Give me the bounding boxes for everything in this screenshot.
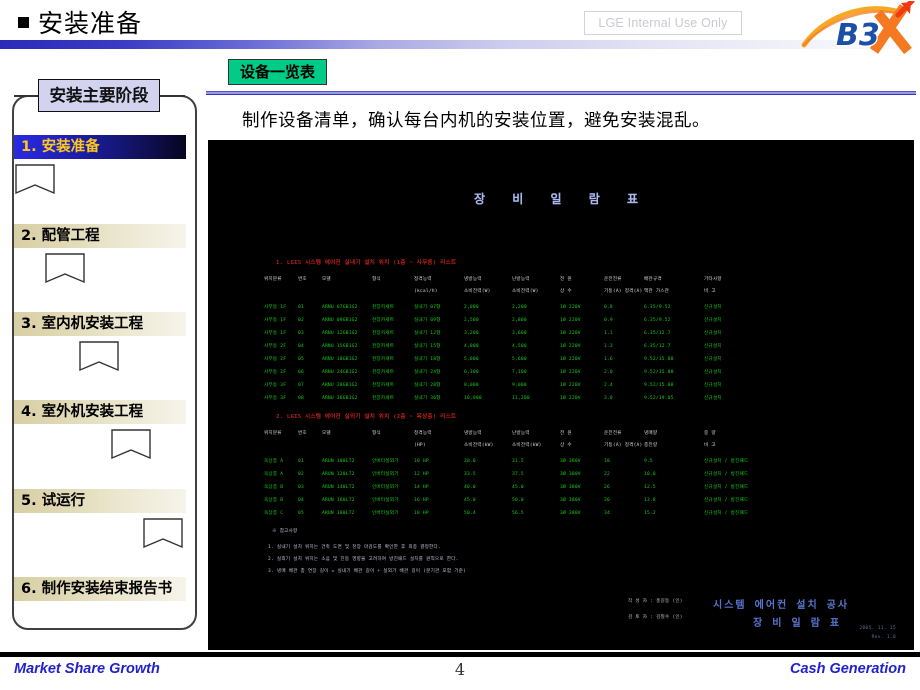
footer-divider (0, 652, 920, 657)
screenshot-table-row: 사무동 3F 08 ARNU 36GB1G2 천장카세트 실내기 36형 10,000 11… (264, 396, 722, 401)
flow-chevron-icon-2 (44, 252, 86, 292)
screenshot-table-row: 옥상층 C 05 ARUN 180LT2 인버터실외기 18 HP 50.4 56.5 3Ø … (264, 511, 749, 516)
flow-chevron-icon-4 (110, 428, 152, 468)
content-caption: 制作设备清单，确认每台内机的安装位置，避免安装混乱。 (242, 111, 710, 131)
screenshot-stamp-line: 장 비 일 람 표 (753, 618, 842, 629)
screenshot-table-row: 옥상층 B 04 ARUN 160LT2 인버터실외기 16 HP 45.0 50.0 3Ø … (264, 498, 749, 503)
screenshot-corner-mark: Rev. 1.0 (871, 635, 896, 640)
screenshot-table-row: 사무동 1F 01 ARNU 07GB1G2 천장카세트 실내기 07형 2,000 2,2… (264, 305, 722, 310)
sidebar-title-connector-right (159, 95, 185, 97)
screenshot-note-line: 3. 냉매 배관 총 연장 길이 = 실내기 배관 길이 + 실외기 배관 길이… (268, 569, 467, 574)
screenshot-signature-line: 작 성 자 : 홍길동 (인) (628, 599, 683, 604)
confidential-notice-badge: LGE Internal Use Only (584, 11, 742, 35)
screenshot-note-line: 1. 실내기 설치 위치는 건축 도면 및 천장 마감도를 확인한 후 최종 결… (268, 545, 441, 550)
screenshot-table1-heading: 1. LGIS 시스템 에어컨 실내기 설치 위치 (1층 ~ 사무동) 리스트 (276, 260, 457, 266)
flow-chevron-icon-5 (142, 517, 184, 557)
flow-chevron-icon-3 (78, 340, 120, 380)
screenshot-table-row: 사무동 2F 05 ARNU 18GB1G2 천장카세트 실내기 18형 5,000 5,6… (264, 357, 722, 362)
screenshot-table2-colheads-row2: (HP) 소비전력(kW) 소비전력(kW) 상 수 기동(A) 정격(A) 충전량 비 고 (414, 443, 716, 448)
screenshot-notes-title: ※ 참고사항 (272, 529, 298, 534)
screenshot-signature-line: 검 토 자 : 김철수 (인) (628, 615, 683, 620)
sidebar-item-stage-3[interactable]: 3. 室内机安装工程 (14, 312, 186, 336)
logo-b3-text: B3 (836, 18, 880, 53)
screenshot-table2-colheads-row1: 위치분류 번호 모델 형식 정격능력 냉방능력 난방능력 전 원 운전전류 냉매량 중 량 (264, 431, 716, 436)
screenshot-corner-mark: 2005. 11. 15 (859, 626, 896, 631)
screenshot-table2-heading: 2. LGIS 시스템 에어컨 실외기 설치 위치 (2층 ~ 옥상층) 리스트 (276, 414, 457, 420)
screenshot-doc-title: 장 비 일 람 표 (473, 192, 649, 206)
screenshot-table1-colheads-row2: (kcal/h) 소비전력(W) 소비전력(W) 상 수 기동(A) 정격(A) 액관 가… (414, 289, 716, 294)
footer-right-label: Cash Generation (789, 661, 906, 677)
header-gradient-divider (0, 40, 920, 49)
section-badge: 设备一览表 (228, 59, 328, 85)
flow-chevron-icon-1 (14, 163, 56, 203)
b3x-logo: B3 (800, 0, 918, 55)
equipment-list-document-screenshot: 장 비 일 람 표 1. LGIS 시스템 에어컨 실내기 설치 위치 (1층 … (208, 140, 914, 650)
screenshot-table-row: 사무동 1F 03 ARNU 12GB1G2 천장카세트 실내기 12형 3,200 3,6… (264, 331, 722, 336)
sidebar-item-stage-1[interactable]: 1. 安装准备 (14, 135, 186, 159)
screenshot-table-row: 옥상층 A 01 ARUN 100LT2 인버터실외기 10 HP 28.0 31.5 3Ø … (264, 459, 749, 464)
sidebar-item-stage-4[interactable]: 4. 室外机安装工程 (14, 400, 186, 424)
screenshot-table-row: 옥상층 B 03 ARUN 140LT2 인버터실외기 14 HP 40.0 45.0 3Ø … (264, 485, 749, 490)
screenshot-table-row: 사무동 2F 06 ARNU 24GB1G2 천장카세트 실내기 24형 6,300 7,1… (264, 370, 722, 375)
sidebar-item-stage-6[interactable]: 6. 制作安装结束报告书 (14, 577, 186, 601)
page-title-text: 安装准备 (38, 9, 143, 38)
screenshot-table-row: 사무동 2F 04 ARNU 15GB1G2 천장카세트 실내기 15형 4,000 4,5… (264, 344, 722, 349)
sidebar-item-stage-5[interactable]: 5. 试运行 (14, 489, 186, 513)
sidebar-title-connector-left (14, 95, 39, 97)
sidebar-title: 安装主要阶段 (38, 79, 160, 112)
content-divider (206, 91, 916, 95)
screenshot-table-row: 옥상층 A 02 ARUN 120LT2 인버터실외기 12 HP 33.5 37.5 3Ø … (264, 472, 749, 477)
page-number: 4 (454, 660, 466, 679)
page-title: 安装准备 (18, 4, 142, 40)
screenshot-table-row: 사무동 1F 02 ARNU 09GB1G2 천장카세트 실내기 09형 2,500 2,8… (264, 318, 722, 323)
screenshot-note-line: 2. 실외기 설치 위치는 소음 및 진동 영향을 고려하여 방진패드 설치를 … (268, 557, 459, 562)
screenshot-table-row: 사무동 3F 07 ARNU 28GB1G2 천장카세트 실내기 28형 8,000 9,0… (264, 383, 722, 388)
sidebar-item-stage-2[interactable]: 2. 配管工程 (14, 224, 186, 248)
screenshot-table1-colheads-row1: 위치분류 번호 모델 형식 정격능력 냉방능력 난방능력 전 원 운전전류 배관규격 기타사항 (264, 277, 722, 282)
square-bullet-icon (18, 17, 29, 28)
screenshot-stamp-line: 시스템 에어컨 설치 공사 (713, 600, 850, 611)
